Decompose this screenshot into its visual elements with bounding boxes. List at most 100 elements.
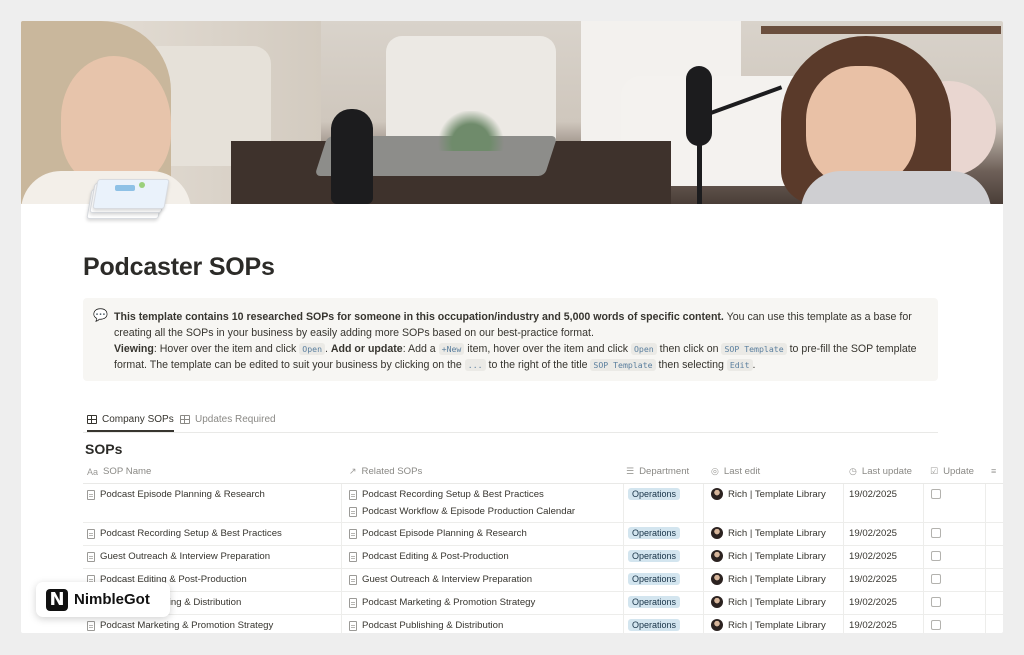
column-divider (985, 592, 986, 614)
related-sop-link[interactable]: Guest Outreach & Interview Preparation (349, 574, 532, 585)
last-edit-cell[interactable]: Rich | Template Library (711, 488, 826, 500)
update-checkbox[interactable] (931, 551, 941, 561)
department-cell[interactable]: Operations (628, 527, 681, 539)
sop-name-cell[interactable]: Podcast Recording Setup & Best Practices (87, 528, 282, 539)
column-header-sop-name[interactable]: Aa SOP Name (87, 466, 151, 477)
avatar (711, 619, 723, 631)
sop-name-cell[interactable]: Guest Outreach & Interview Preparation (87, 551, 270, 562)
column-divider (923, 592, 924, 614)
speech-bubble-icon: 💬 (93, 308, 108, 322)
view-tabs: Company SOPs Updates Required (83, 411, 938, 433)
callout-text: This template contains 10 researched SOP… (114, 311, 917, 371)
column-divider (703, 615, 704, 633)
add-text: item, hover over the item and click (464, 343, 631, 355)
update-cell[interactable] (931, 597, 941, 607)
department-cell[interactable]: Operations (628, 619, 681, 631)
column-divider (341, 546, 342, 568)
column-divider (843, 546, 844, 568)
sop-name-cell[interactable]: Podcast Marketing & Promotion Strategy (87, 620, 273, 631)
avatar (711, 488, 723, 500)
document-icon (87, 551, 95, 562)
last-edit-cell[interactable]: Rich | Template Library (711, 527, 826, 539)
database-title[interactable]: SOPs (85, 441, 122, 457)
column-header-update[interactable]: ☑ Update (930, 466, 974, 477)
related-sop-link[interactable]: Podcast Marketing & Promotion Strategy (349, 597, 535, 608)
add-text: then selecting (655, 359, 727, 371)
department-tag: Operations (628, 619, 681, 631)
table-row[interactable]: Podcast Recording Setup & Best Practices… (83, 523, 1003, 546)
department-cell[interactable]: Operations (628, 573, 681, 585)
document-icon (87, 489, 95, 500)
related-sop-link[interactable]: Podcast Editing & Post-Production (349, 551, 509, 562)
column-divider (985, 523, 986, 545)
column-divider (923, 569, 924, 591)
column-divider (843, 592, 844, 614)
column-header-last-update[interactable]: ◷ Last update (849, 466, 912, 477)
table-row[interactable]: Podcast Editing & Post-Production Guest O… (83, 569, 1003, 592)
table-row[interactable]: Podcast Episode Planning & Research Podca… (83, 484, 1003, 523)
department-tag: Operations (628, 488, 681, 500)
nimblegot-logo-icon: N (46, 588, 68, 611)
update-checkbox[interactable] (931, 597, 941, 607)
page-icon[interactable] (86, 179, 170, 219)
related-sop-link[interactable]: Podcast Recording Setup & Best Practices (349, 489, 544, 500)
table-row[interactable]: Guest Outreach & Interview Preparation Po… (83, 546, 1003, 569)
column-divider (703, 569, 704, 591)
update-checkbox[interactable] (931, 489, 941, 499)
avatar (711, 596, 723, 608)
column-header-related-sops[interactable]: ↗ Related SOPs (349, 466, 422, 477)
column-divider (623, 484, 624, 522)
document-icon (349, 489, 357, 500)
add-label: Add or update (330, 343, 403, 355)
last-edit-cell[interactable]: Rich | Template Library (711, 573, 826, 585)
column-divider (923, 484, 924, 522)
column-divider (843, 523, 844, 545)
nimblegot-badge[interactable]: N NimbleGot (36, 582, 170, 617)
last-edit-cell[interactable]: Rich | Template Library (711, 550, 826, 562)
department-cell[interactable]: Operations (628, 550, 681, 562)
column-divider (623, 569, 624, 591)
column-divider (923, 546, 924, 568)
column-divider (843, 615, 844, 633)
last-update-date: 19/02/2025 (849, 620, 898, 631)
related-sop-link[interactable]: Podcast Workflow & Episode Production Ca… (349, 506, 575, 517)
table-row[interactable]: Podcast Marketing & Promotion Strategy Po… (83, 615, 1003, 633)
document-icon (349, 574, 357, 585)
sop-name-cell[interactable]: Podcast Episode Planning & Research (87, 489, 265, 500)
last-update-cell: 19/02/2025 (849, 551, 897, 562)
update-cell[interactable] (931, 528, 941, 538)
related-sop-link[interactable]: Podcast Publishing & Distribution (349, 620, 503, 631)
related-sop-name: Podcast Episode Planning & Research (362, 528, 527, 539)
editor-name: Rich | Template Library (728, 488, 826, 500)
microphone-icon (331, 109, 373, 204)
update-cell[interactable] (931, 489, 941, 499)
update-checkbox[interactable] (931, 528, 941, 538)
update-cell[interactable] (931, 620, 941, 630)
column-header-last-edit[interactable]: ◎ Last edit (711, 466, 760, 477)
update-checkbox[interactable] (931, 620, 941, 630)
column-label: SOP Name (103, 466, 152, 477)
department-tag: Operations (628, 596, 681, 608)
tab-company-sops[interactable]: Company SOPs (87, 414, 174, 432)
viewing-label: Viewing (114, 343, 154, 355)
department-cell[interactable]: Operations (628, 596, 681, 608)
last-update-cell: 19/02/2025 (849, 528, 897, 539)
column-header-more[interactable]: ≡ (991, 466, 996, 476)
update-checkbox[interactable] (931, 574, 941, 584)
update-cell[interactable] (931, 574, 941, 584)
column-header-department[interactable]: ☰ Department (626, 466, 689, 477)
column-label: Update (943, 466, 975, 477)
table-row[interactable]: Podcast Publishing & Distribution Podcast… (83, 592, 1003, 615)
column-divider (923, 523, 924, 545)
avatar (711, 527, 723, 539)
department-cell[interactable]: Operations (628, 488, 681, 500)
last-edit-cell[interactable]: Rich | Template Library (711, 596, 826, 608)
column-divider (985, 484, 986, 522)
related-sop-link[interactable]: Podcast Episode Planning & Research (349, 528, 527, 539)
tab-updates-required[interactable]: Updates Required (180, 414, 276, 430)
last-edit-cell[interactable]: Rich | Template Library (711, 619, 826, 631)
last-update-date: 19/02/2025 (849, 551, 898, 562)
sop-name: Podcast Episode Planning & Research (100, 489, 265, 500)
list-icon: ☰ (626, 466, 635, 476)
update-cell[interactable] (931, 551, 941, 561)
